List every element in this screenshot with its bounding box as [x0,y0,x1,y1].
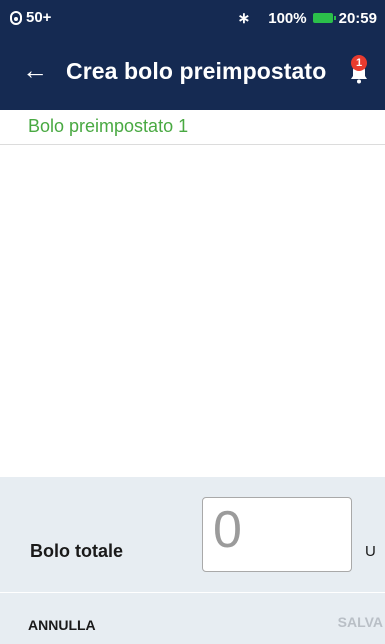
battery-icon [312,13,336,23]
status-left: 50+ [10,9,51,26]
preset-name: Bolo preimpostato 1 [28,116,189,136]
total-bolus-input[interactable]: 0 [202,497,352,572]
notification-badge: 1 [351,55,367,71]
cancel-button[interactable]: ANNULLA [28,617,96,633]
status-right: ∗ 100% 20:59 [237,9,377,28]
save-button[interactable]: SALVA [338,614,383,630]
app-header: ← Crea bolo preimpostato 1 [0,35,385,110]
clock-time: 20:59 [338,9,377,27]
content-area [0,145,385,477]
arrow-left-icon[interactable]: ← [22,55,48,85]
unit-label: U [365,543,376,560]
total-bolus-panel: Bolo totale 0 U [0,477,385,592]
pod-level: 50+ [26,9,52,26]
battery-percent: 100% [268,9,307,27]
preset-name-row[interactable]: Bolo preimpostato 1 [0,110,385,145]
footer-bar: ANNULLA SALVA [0,592,385,644]
footer-divider [0,592,385,593]
page-title: Crea bolo preimpostato [66,58,327,84]
status-bar: 50+ ∗ 100% 20:59 [0,0,385,35]
device-screen: 50+ ∗ 100% 20:59 ← Crea bolo preimpostat… [0,0,385,644]
pod-icon [10,10,22,25]
notifications-button[interactable]: 1 [347,55,371,85]
bluetooth-icon: ∗ [237,10,251,27]
total-bolus-value: 0 [213,501,242,559]
total-bolus-label: Bolo totale [30,541,123,561]
